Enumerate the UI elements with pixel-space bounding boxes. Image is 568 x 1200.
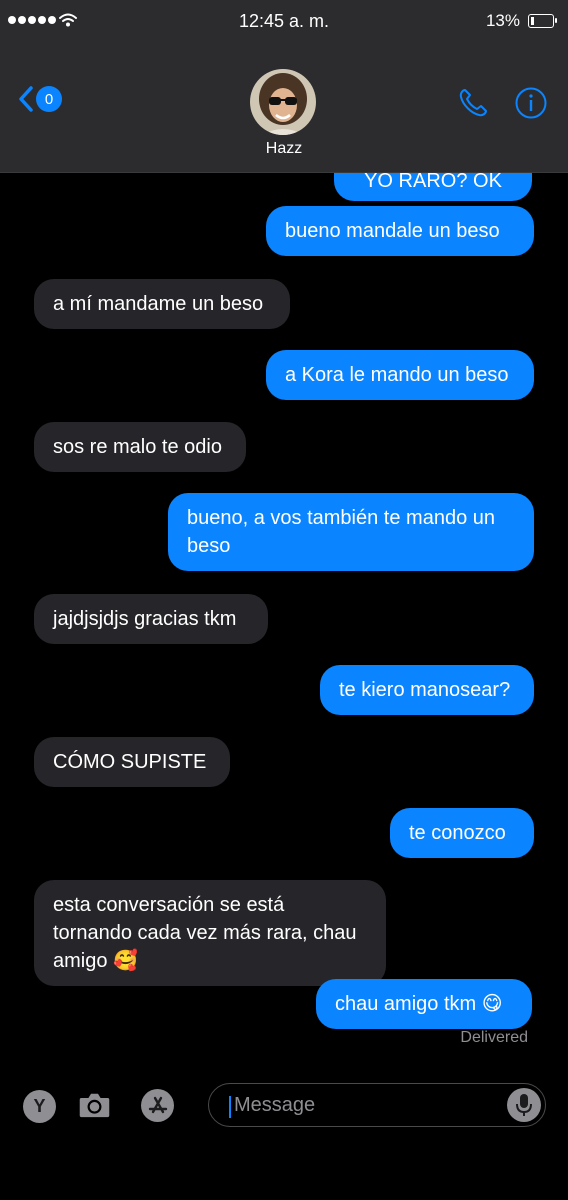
delivered-status: Delivered xyxy=(460,1029,528,1046)
message-received[interactable]: jajdjsjdjs gracias tkm xyxy=(34,594,268,644)
message-sent[interactable]: te kiero manosear? xyxy=(320,665,534,715)
phone-icon[interactable] xyxy=(456,86,490,125)
message-sent[interactable]: chau amigo tkm 😋 xyxy=(316,979,532,1029)
battery-icon xyxy=(528,14,557,28)
avatar[interactable] xyxy=(250,69,316,135)
message-received[interactable]: CÓMO SUPISTE xyxy=(34,737,230,787)
message-placeholder: Message xyxy=(234,1094,316,1116)
message-sent[interactable]: bueno, a vos también te mando un beso xyxy=(168,493,534,571)
message-sent[interactable]: bueno mandale un beso xyxy=(266,206,534,256)
avatar-image xyxy=(250,69,316,135)
message-sent[interactable]: a Kora le mando un beso xyxy=(266,350,534,400)
back-button[interactable]: 0 xyxy=(18,85,62,113)
message-sent[interactable]: te conozco xyxy=(390,808,534,858)
camera-icon[interactable] xyxy=(78,1088,111,1121)
microphone-icon[interactable] xyxy=(507,1088,541,1122)
message-received[interactable]: sos re malo te odio xyxy=(34,422,246,472)
unread-count-badge: 0 xyxy=(36,86,62,112)
battery-percentage: 13% xyxy=(485,11,520,30)
app-store-icon[interactable] xyxy=(141,1089,174,1122)
contact-name[interactable]: Hazz xyxy=(0,140,568,158)
message-received[interactable]: a mí mandame un beso xyxy=(34,279,290,329)
bottom-safe-area xyxy=(0,1140,568,1200)
chevron-left-icon xyxy=(19,86,33,112)
message-input[interactable]: Message xyxy=(208,1083,546,1127)
status-time: 12:45 a. m. xyxy=(238,11,330,31)
text-cursor xyxy=(229,1096,231,1118)
status-bar: 12:45 a. m. 13% xyxy=(0,0,568,40)
info-icon[interactable] xyxy=(514,86,548,125)
y-app-button[interactable]: Y xyxy=(23,1090,56,1123)
message-received[interactable]: esta conversación se está tornando cada … xyxy=(34,880,386,986)
